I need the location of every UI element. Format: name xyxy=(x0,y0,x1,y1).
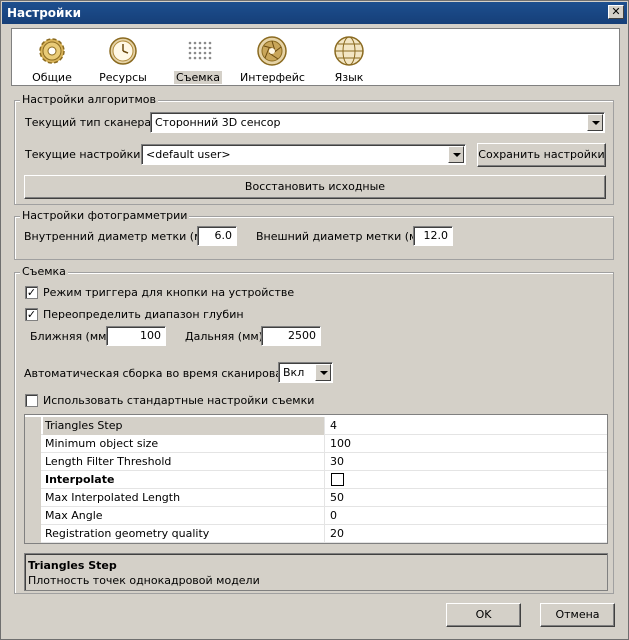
ok-button[interactable]: OK xyxy=(446,603,521,627)
table-row[interactable]: Registration geometry quality 20 xyxy=(25,525,607,543)
tab-capture[interactable]: Съемка xyxy=(166,33,230,84)
tab-general-label: Общие xyxy=(32,71,72,84)
table-row[interactable]: Max Interpolated Length 50 xyxy=(25,489,607,507)
settings-window: Настройки ✕ Общие Ресурсы Съемка Интерфе… xyxy=(0,0,629,640)
description-text: Плотность точек однокадровой модели xyxy=(28,574,260,587)
property-value[interactable]: 50 xyxy=(326,489,606,507)
standard-settings-checkbox[interactable] xyxy=(25,394,38,407)
cancel-button[interactable]: Отмена xyxy=(540,603,615,627)
outer-diameter-label: Внешний диаметр метки (мм): xyxy=(256,230,434,243)
chevron-down-icon[interactable] xyxy=(448,146,464,163)
current-settings-select[interactable]: <default user> xyxy=(141,144,466,165)
scanner-type-value: Сторонний 3D сенсор xyxy=(155,116,281,129)
current-settings-value: <default user> xyxy=(146,148,231,161)
near-input[interactable]: 100 xyxy=(106,326,166,346)
globe-icon xyxy=(334,36,364,66)
description-title: Triangles Step xyxy=(28,559,117,572)
property-name: Registration geometry quality xyxy=(43,525,325,543)
settings-tab-bar: Общие Ресурсы Съемка Интерфейс Язык xyxy=(11,28,620,86)
window-title: Настройки xyxy=(7,6,82,20)
trigger-mode-label: Режим триггера для кнопки на устройстве xyxy=(43,286,295,299)
inner-diameter-input[interactable]: 6.0 xyxy=(197,226,237,246)
property-value[interactable]: 4 xyxy=(326,417,606,435)
property-description: Triangles Step Плотность точек однокадро… xyxy=(24,553,608,591)
clock-icon xyxy=(109,37,137,65)
property-name: Minimum object size xyxy=(43,435,325,453)
algorithm-settings-title: Настройки алгоритмов xyxy=(20,93,158,106)
tab-general[interactable]: Общие xyxy=(20,33,84,84)
auto-merge-label: Автоматическая сборка во время сканирова… xyxy=(24,367,307,380)
title-bar: Настройки ✕ xyxy=(2,2,627,24)
standard-settings-label: Использовать стандартные настройки съемк… xyxy=(43,394,315,407)
aperture-icon xyxy=(257,36,287,66)
property-name: Interpolate xyxy=(43,471,325,489)
property-name: Max Angle xyxy=(43,507,325,525)
tab-language-label: Язык xyxy=(334,71,364,84)
interpolate-checkbox[interactable] xyxy=(331,473,344,486)
property-name: Length Filter Threshold xyxy=(43,453,325,471)
tab-interface-label: Интерфейс xyxy=(240,71,305,84)
tab-resources-label: Ресурсы xyxy=(99,71,147,84)
tab-interface[interactable]: Интерфейс xyxy=(240,33,305,84)
near-label: Ближняя (мм): xyxy=(30,330,115,343)
property-value[interactable]: 20 xyxy=(326,525,606,543)
photogrammetry-title: Настройки фотограмметрии xyxy=(20,209,190,222)
property-value[interactable]: 30 xyxy=(326,453,606,471)
inner-diameter-label: Внутренний диаметр метки (мм): xyxy=(24,230,219,243)
restore-defaults-button[interactable]: Восстановить исходные xyxy=(24,175,606,199)
property-value[interactable]: 100 xyxy=(326,435,606,453)
trigger-mode-checkbox[interactable]: ✓ xyxy=(25,286,38,299)
property-value[interactable]: 0 xyxy=(326,507,606,525)
table-row[interactable]: Minimum object size 100 xyxy=(25,435,607,453)
override-depth-checkbox[interactable]: ✓ xyxy=(25,308,38,321)
tab-capture-label: Съемка xyxy=(174,71,222,84)
chevron-down-icon[interactable] xyxy=(315,364,331,381)
gear-icon xyxy=(39,38,65,64)
property-grid: Triangles Step 4 Minimum object size 100… xyxy=(24,414,608,544)
dot-grid-icon xyxy=(188,41,212,60)
outer-diameter-input[interactable]: 12.0 xyxy=(413,226,453,246)
far-input[interactable]: 2500 xyxy=(261,326,321,346)
table-row[interactable]: Max Angle 0 xyxy=(25,507,607,525)
far-label: Дальняя (мм): xyxy=(185,330,267,343)
tab-resources[interactable]: Ресурсы xyxy=(91,33,155,84)
tab-language[interactable]: Язык xyxy=(317,33,381,84)
property-name: Max Interpolated Length xyxy=(43,489,325,507)
table-row[interactable]: Interpolate xyxy=(25,471,607,489)
override-depth-label: Переопределить диапазон глубин xyxy=(43,308,244,321)
chevron-down-icon[interactable] xyxy=(587,114,603,131)
scanner-type-label: Текущий тип сканера: xyxy=(25,116,155,129)
auto-merge-select[interactable]: Вкл xyxy=(278,362,333,383)
table-row[interactable]: Length Filter Threshold 30 xyxy=(25,453,607,471)
auto-merge-value: Вкл xyxy=(283,366,305,379)
capture-title: Съемка xyxy=(20,265,68,278)
close-button[interactable]: ✕ xyxy=(608,5,624,19)
scanner-type-select[interactable]: Сторонний 3D сенсор xyxy=(150,112,605,133)
current-settings-label: Текущие настройки: xyxy=(25,148,145,161)
save-settings-button[interactable]: Сохранить настройки xyxy=(477,143,606,167)
table-row[interactable]: Triangles Step 4 xyxy=(25,417,607,435)
property-name: Triangles Step xyxy=(43,417,325,435)
